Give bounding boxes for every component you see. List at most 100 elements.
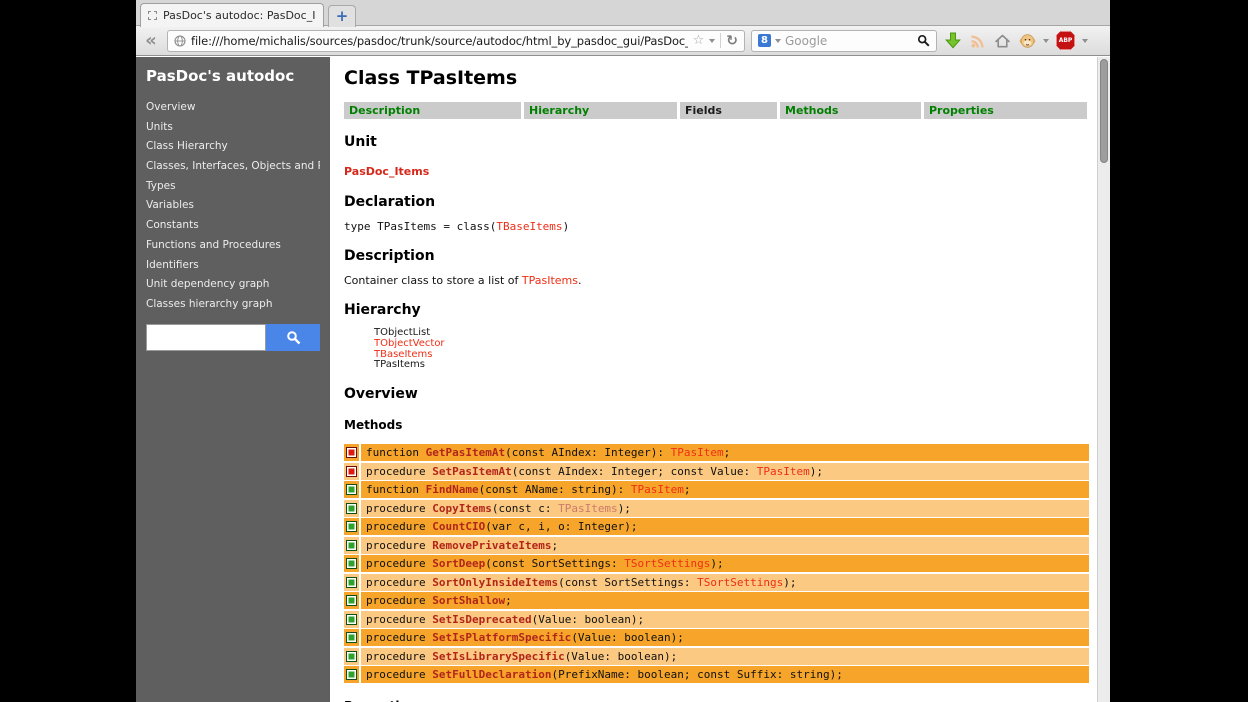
greasemonkey-chevron-icon[interactable] [1043,39,1049,43]
code-text: (var c, i, o: Integer); [485,520,637,533]
summary-nav-methods[interactable]: Methods [780,102,921,119]
type-ref-link[interactable]: TPasItem [757,465,810,478]
member-row: procedure CountCIO(var c, i, o: Integer)… [344,518,1089,535]
type-ref-link[interactable]: TSortSettings [697,576,783,589]
globe-icon [174,35,186,47]
member-name-link[interactable]: SetFullDeclaration [432,668,551,681]
member-declaration: procedure CopyItems(const c: TPasItems); [361,500,1089,517]
sidebar-item-classes-hierarchy-graph[interactable]: Classes hierarchy graph [146,295,320,315]
code-text: (const SortSettings: [558,576,697,589]
type-ref-link[interactable]: TPasItems [558,502,618,515]
home-icon [994,33,1011,49]
sidebar-search-input[interactable] [146,324,266,351]
new-tab-button[interactable]: + [328,5,356,27]
adblock-plus-button[interactable]: ABP [1055,30,1076,51]
visibility-cell [344,666,359,683]
public-marker-icon [346,540,357,551]
greasemonkey-button[interactable] [1018,31,1037,50]
hierarchy-item-tobjectvector[interactable]: TObjectVector [374,338,445,349]
url-text[interactable]: file:///home/michalis/sources/pasdoc/tru… [191,34,688,48]
reload-icon[interactable]: ↻ [726,34,738,48]
sidebar-item-class-hierarchy[interactable]: Class Hierarchy [146,137,320,157]
search-bar[interactable]: 8 Google [751,30,937,52]
sidebar-item-functions-and-procedures[interactable]: Functions and Procedures [146,236,320,256]
member-name-link[interactable]: SortDeep [432,557,485,570]
adblock-chevron-icon[interactable] [1082,39,1088,43]
home-button[interactable] [993,31,1012,50]
summary-nav-description[interactable]: Description [344,102,521,119]
hierarchy-item-tbaseitems[interactable]: TBaseItems [374,349,432,360]
member-declaration: procedure SortOnlyInsideItems(const Sort… [361,574,1089,591]
sidebar-item-unit-dependency-graph[interactable]: Unit dependency graph [146,275,320,295]
sidebar-item-classes-interfaces-objects-and-records[interactable]: Classes, Interfaces, Objects and Records [146,157,320,177]
code-text: type TPasItems = class( [344,220,496,233]
visibility-cell [344,611,359,628]
tab-bar: PasDoc's autodoc: PasDoc_I... + [136,0,1110,26]
sidebar-item-overview[interactable]: Overview [146,98,320,118]
download-button[interactable] [943,31,962,50]
visibility-cell [344,481,359,498]
code-text: procedure [366,465,432,478]
member-declaration: procedure RemovePrivateItems; [361,537,1089,554]
code-text: ); [783,576,796,589]
visibility-cell [344,463,359,480]
subsection-heading-methods: Methods [344,418,1089,432]
back-button[interactable]: « [141,32,161,50]
search-engine-chevron-icon[interactable] [775,39,781,43]
unit-link[interactable]: PasDoc_Items [344,165,429,178]
favicon-placeholder-icon [148,11,157,20]
type-ref-link[interactable]: TPasItem [631,483,684,496]
member-name-link[interactable]: SetPasItemAt [432,465,511,478]
bookmark-star-icon[interactable]: ☆ [693,34,705,47]
code-text: (Value: boolean); [532,613,645,626]
member-name-link[interactable]: SetIsPlatformSpecific [432,631,571,644]
type-ref-link[interactable]: TSortSettings [624,557,710,570]
sidebar-item-constants[interactable]: Constants [146,216,320,236]
code-text: ; [684,483,691,496]
sidebar-item-identifiers[interactable]: Identifiers [146,256,320,276]
member-name-link[interactable]: GetPasItemAt [426,446,505,459]
sidebar-item-types[interactable]: Types [146,177,320,197]
type-ref-link[interactable]: TPasItems [522,274,578,287]
search-magnifier-icon [286,330,301,345]
summary-nav-properties[interactable]: Properties [924,102,1087,119]
summary-nav-hierarchy[interactable]: Hierarchy [524,102,677,119]
member-name-link[interactable]: FindName [426,483,479,496]
member-name-link[interactable]: SortOnlyInsideItems [432,576,558,589]
sidebar-search-button[interactable] [266,324,320,351]
type-ref-link[interactable]: TBaseItems [496,220,562,233]
sidebar-item-variables[interactable]: Variables [146,196,320,216]
rss-icon [970,33,986,49]
visibility-cell [344,537,359,554]
member-name-link[interactable]: SetIsLibrarySpecific [432,650,564,663]
sidebar-item-units[interactable]: Units [146,118,320,138]
member-name-link[interactable]: CopyItems [432,502,492,515]
private-marker-icon [346,447,357,458]
search-placeholder[interactable]: Google [785,34,913,48]
member-name-link[interactable]: CountCIO [432,520,485,533]
member-declaration: procedure SortShallow; [361,592,1089,609]
member-name-link[interactable]: SetIsDeprecated [432,613,531,626]
bookmark-dropdown-chevron-icon[interactable] [709,39,715,43]
member-name-link[interactable]: RemovePrivateItems [432,539,551,552]
member-declaration: function FindName(const AName: string): … [361,481,1089,498]
code-text: (const AIndex: Integer; const Value: [512,465,757,478]
scrollbar-thumb[interactable] [1100,59,1108,163]
page-scrollbar[interactable] [1097,57,1110,702]
methods-table: function GetPasItemAt(const AIndex: Inte… [344,444,1089,683]
member-declaration: function GetPasItemAt(const AIndex: Inte… [361,444,1089,461]
code-text: (const SortSettings: [485,557,624,570]
public-marker-icon [346,651,357,662]
type-ref-link[interactable]: TPasItem [671,446,724,459]
visibility-cell [344,444,359,461]
member-declaration: procedure SetIsPlatformSpecific(Value: b… [361,629,1089,646]
rss-button[interactable] [968,31,987,50]
public-marker-icon [346,484,357,495]
url-bar[interactable]: file:///home/michalis/sources/pasdoc/tru… [167,30,745,52]
member-name-link[interactable]: SortShallow [432,594,505,607]
code-text: ); [710,557,723,570]
download-arrow-icon [945,32,961,49]
document-area: Class TPasItems DescriptionHierarchyFiel… [330,57,1097,702]
browser-tab[interactable]: PasDoc's autodoc: PasDoc_I... [140,3,324,27]
search-magnifier-icon[interactable] [917,34,930,47]
